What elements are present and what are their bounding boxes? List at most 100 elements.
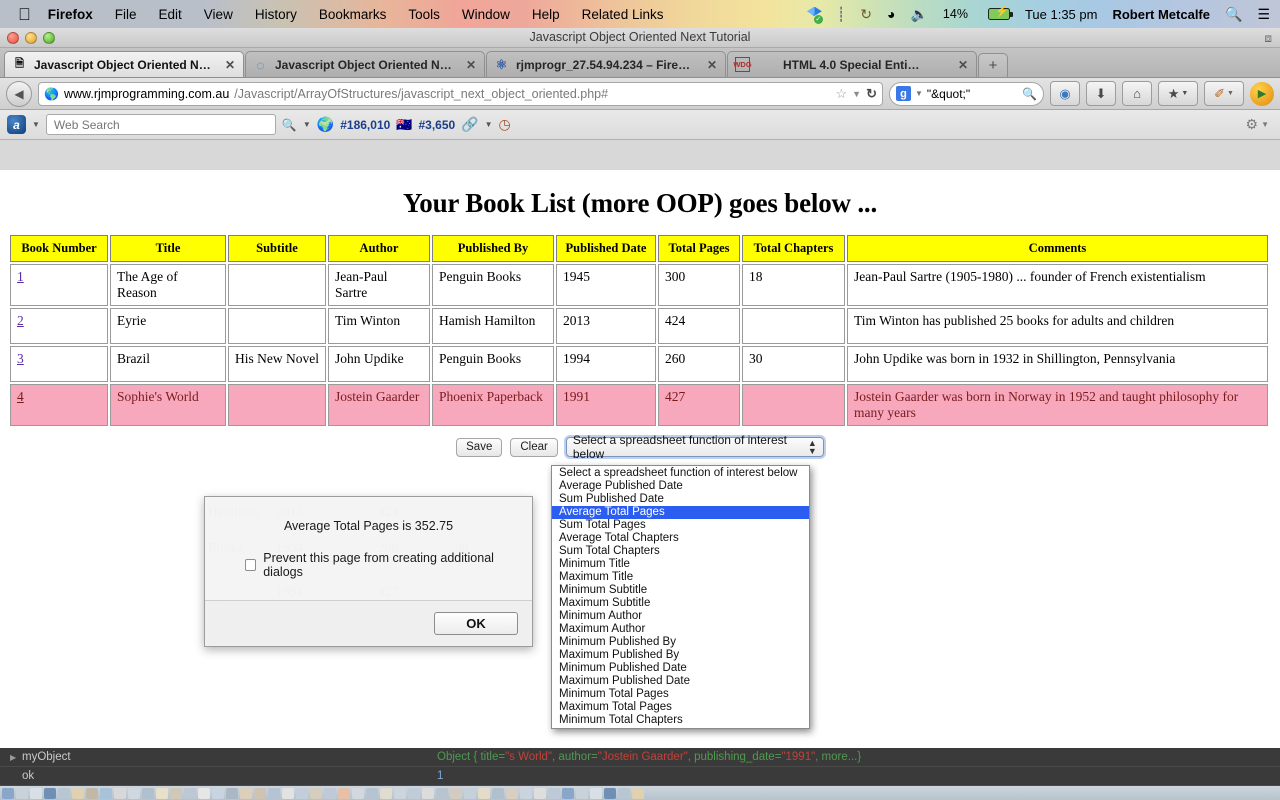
book-number-cell[interactable]: 1 — [10, 264, 108, 306]
dock-item[interactable] — [338, 787, 350, 799]
menu-item-related-links[interactable]: Related Links — [582, 7, 664, 22]
dropdown-option-10[interactable]: Maximum Subtitle — [552, 597, 809, 610]
bookmarks-icon[interactable]: ★ ▼ — [1158, 81, 1198, 106]
dropdown-option-13[interactable]: Minimum Published By — [552, 636, 809, 649]
dock-item[interactable] — [198, 787, 210, 799]
dock-item[interactable] — [506, 787, 518, 799]
menu-bar-username[interactable]: Robert Metcalfe — [1112, 7, 1210, 22]
dropdown-option-11[interactable]: Minimum Author — [552, 610, 809, 623]
menu-item-history[interactable]: History — [255, 7, 297, 22]
dock-item[interactable] — [394, 787, 406, 799]
mac-dock[interactable] — [0, 786, 1280, 800]
expand-twisty-icon[interactable]: ▶ — [10, 753, 22, 762]
dock-item[interactable] — [142, 787, 154, 799]
download-icon[interactable]: ⬇ — [1086, 81, 1116, 106]
tab-3[interactable]: WDG HTML 4.0 Special Entities ✕ — [727, 51, 977, 77]
time-machine-icon[interactable]: ↻ — [860, 6, 872, 23]
search-icon[interactable]: 🔍 — [1022, 87, 1037, 101]
back-arrow-icon[interactable]: ◀ — [6, 80, 32, 107]
menu-item-window[interactable]: Window — [462, 7, 510, 22]
chevron-down-icon[interactable]: ▼ — [915, 89, 923, 98]
dock-item[interactable] — [268, 787, 280, 799]
prevent-dialogs-row[interactable]: Prevent this page from creating addition… — [221, 551, 516, 579]
book-number-cell[interactable]: 3 — [10, 346, 108, 382]
book-number-link[interactable]: 4 — [17, 389, 24, 404]
dock-item[interactable] — [520, 787, 532, 799]
dock-item[interactable] — [184, 787, 196, 799]
menu-item-firefox[interactable]: Firefox — [48, 7, 93, 22]
dropdown-option-9[interactable]: Minimum Subtitle — [552, 584, 809, 597]
dock-item[interactable] — [436, 787, 448, 799]
spreadsheet-function-dropdown[interactable]: Select a spreadsheet function of interes… — [551, 465, 810, 729]
dock-item[interactable] — [492, 787, 504, 799]
chevron-down-icon[interactable]: ▼ — [852, 89, 861, 99]
dropdown-option-0[interactable]: Select a spreadsheet function of interes… — [552, 467, 809, 480]
dock-item[interactable] — [310, 787, 322, 799]
dropdown-option-16[interactable]: Maximum Published Date — [552, 675, 809, 688]
bluetooth-icon[interactable]: ┊ — [837, 6, 845, 23]
dropbox-icon[interactable] — [807, 7, 823, 24]
menu-item-edit[interactable]: Edit — [159, 7, 182, 22]
dock-item[interactable] — [408, 787, 420, 799]
dock-item[interactable] — [422, 787, 434, 799]
tab-2[interactable]: ⚛ rjmprogr_27.54.94.234 – FireFTP ✕ — [486, 51, 726, 77]
link-icon[interactable]: 🔗 — [461, 116, 478, 133]
prevent-dialogs-checkbox[interactable] — [245, 559, 257, 571]
menu-item-help[interactable]: Help — [532, 7, 560, 22]
volume-icon[interactable]: 🔈 — [910, 6, 927, 23]
tab-1[interactable]: ◌ Javascript Object Oriented Next… ✕ — [245, 51, 485, 77]
book-number-link[interactable]: 3 — [17, 351, 24, 366]
dropdown-option-12[interactable]: Maximum Author — [552, 623, 809, 636]
dock-item[interactable] — [576, 787, 588, 799]
book-number-cell[interactable]: 4 — [10, 384, 108, 426]
dropdown-option-3[interactable]: Average Total Pages — [552, 506, 809, 519]
dock-item[interactable] — [114, 787, 126, 799]
feedly-icon[interactable]: ◉ — [1050, 81, 1080, 106]
dropdown-option-7[interactable]: Minimum Title — [552, 558, 809, 571]
google-icon[interactable]: g — [896, 86, 911, 101]
dropdown-option-6[interactable]: Sum Total Chapters — [552, 545, 809, 558]
alexa-icon[interactable]: a — [7, 115, 26, 134]
book-number-cell[interactable]: 2 — [10, 308, 108, 344]
book-number-link[interactable]: 1 — [17, 269, 24, 284]
dock-item[interactable] — [100, 787, 112, 799]
search-icon[interactable]: 🔍 — [282, 118, 297, 132]
dock-item[interactable] — [464, 787, 476, 799]
dock-item[interactable] — [72, 787, 84, 799]
dock-item[interactable] — [212, 787, 224, 799]
dock-item[interactable] — [58, 787, 70, 799]
dropdown-option-5[interactable]: Average Total Chapters — [552, 532, 809, 545]
dock-item[interactable] — [44, 787, 56, 799]
dock-item[interactable] — [254, 787, 266, 799]
dock-item[interactable] — [366, 787, 378, 799]
dock-item[interactable] — [618, 787, 630, 799]
dropdown-option-14[interactable]: Maximum Published By — [552, 649, 809, 662]
clear-button[interactable]: Clear — [510, 437, 558, 457]
dropdown-option-8[interactable]: Maximum Title — [552, 571, 809, 584]
search-icon[interactable]: 🔍 — [1225, 6, 1242, 23]
dock-item[interactable] — [170, 787, 182, 799]
dock-item[interactable] — [380, 787, 392, 799]
dock-item[interactable] — [324, 787, 336, 799]
chevron-down-icon[interactable]: ▼ — [485, 120, 493, 129]
dock-item[interactable] — [604, 787, 616, 799]
dropdown-option-17[interactable]: Minimum Total Pages — [552, 688, 809, 701]
tab-close-icon[interactable]: ✕ — [225, 58, 235, 72]
notification-center-icon[interactable]: ☰ — [1257, 6, 1270, 23]
addon-icon[interactable]: ✐ ▼ — [1204, 81, 1244, 106]
dock-item[interactable] — [548, 787, 560, 799]
dock-item[interactable] — [352, 787, 364, 799]
ok-button[interactable]: OK — [434, 612, 518, 635]
star-icon[interactable]: ☆ — [836, 86, 848, 102]
gear-icon[interactable]: ⚙ ▼ — [1246, 116, 1273, 133]
dock-item[interactable] — [534, 787, 546, 799]
dropdown-option-4[interactable]: Sum Total Pages — [552, 519, 809, 532]
menu-bar-clock[interactable]: Tue 1:35 pm — [1025, 7, 1098, 22]
spreadsheet-function-select[interactable]: Select a spreadsheet function of interes… — [565, 433, 824, 461]
dock-item[interactable] — [128, 787, 140, 799]
battery-charging-icon[interactable]: ⚡ — [983, 7, 1013, 20]
save-button[interactable]: Save — [456, 437, 503, 457]
dock-item[interactable] — [282, 787, 294, 799]
dock-item[interactable] — [478, 787, 490, 799]
menu-item-tools[interactable]: Tools — [408, 7, 440, 22]
